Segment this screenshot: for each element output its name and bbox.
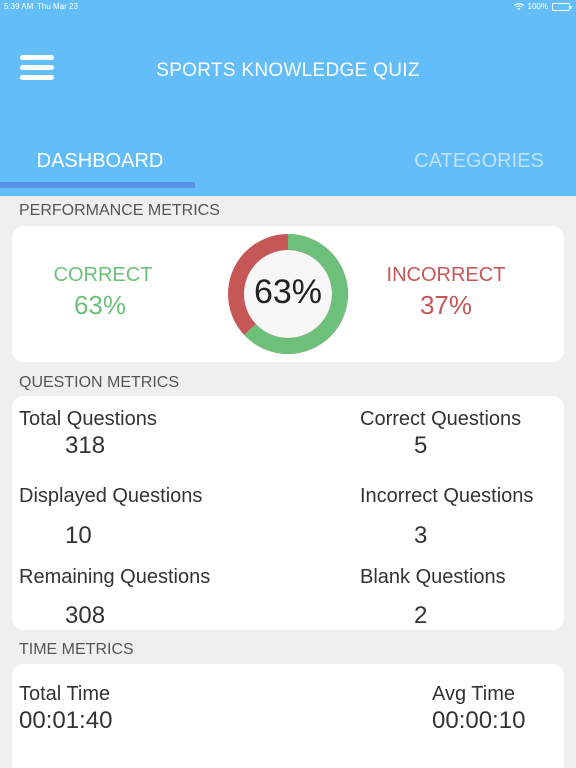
performance-card: CORRECT 63% 63% INCORRECT 37% [12, 226, 564, 362]
avg-time-value: 00:00:10 [432, 707, 526, 734]
incorrect-value: 37% [419, 290, 473, 320]
incorrect-questions-value: 3 [414, 522, 428, 549]
time-section-title: TIME METRICS [19, 641, 134, 658]
tab-categories[interactable]: CATEGORIES [382, 150, 576, 173]
remaining-questions-label: Remaining Questions [19, 566, 211, 588]
donut-percentage: 63% [253, 273, 323, 311]
tab-dashboard[interactable]: DASHBOARD [0, 150, 200, 173]
performance-section-title: PERFORMANCE METRICS [19, 202, 220, 219]
correct-value: 63% [73, 290, 127, 320]
active-tab-indicator [0, 182, 195, 188]
blank-questions-label: Blank Questions [360, 566, 506, 588]
status-right: 100% [513, 2, 572, 11]
correct-label: CORRECT [53, 264, 153, 286]
total-questions-label: Total Questions [19, 408, 157, 430]
status-bar: 5:39 AM Thu Mar 23 100% [0, 0, 576, 14]
displayed-questions-value: 10 [65, 522, 92, 549]
remaining-questions-value: 308 [65, 602, 106, 629]
correct-questions-value: 5 [414, 432, 428, 459]
question-metrics-card: Total Questions 318 Correct Questions 5 … [12, 396, 564, 630]
question-section-title: QUESTION METRICS [19, 374, 180, 391]
page-title: SPORTS KNOWLEDGE QUIZ [156, 60, 420, 81]
correct-questions-label: Correct Questions [360, 408, 522, 430]
total-time-value: 00:01:40 [19, 707, 113, 734]
time-metrics-card: Total Time 00:01:40 Avg Time 00:00:10 [12, 664, 564, 768]
incorrect-label: INCORRECT [386, 264, 506, 286]
displayed-questions-label: Displayed Questions [19, 485, 203, 507]
battery-percent: 100% [527, 2, 548, 11]
status-time: 5:39 AM [4, 2, 34, 11]
total-time-label: Total Time [19, 683, 111, 705]
avg-time-label: Avg Time [432, 683, 515, 705]
total-questions-value: 318 [65, 432, 106, 459]
incorrect-questions-label: Incorrect Questions [360, 485, 534, 507]
battery-icon [552, 2, 572, 11]
wifi-icon [513, 2, 524, 10]
status-date: Thu Mar 23 [37, 2, 78, 11]
blank-questions-value: 2 [414, 602, 428, 629]
app-header: 5:39 AM Thu Mar 23 100% SPORTS KNOWLEDGE… [0, 0, 576, 196]
